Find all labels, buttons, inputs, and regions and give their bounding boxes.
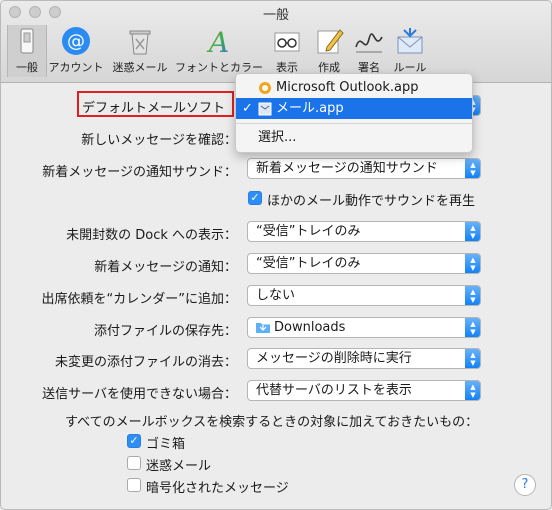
search-heading: すべてのメールボックスを検索するときの対象に加えておきたいもの： — [65, 415, 479, 430]
popup-arrows-icon: ▲▼ — [465, 159, 480, 178]
play-sound-label: ほかのメール動作でサウンドを再生 — [267, 194, 476, 209]
signature-icon — [355, 33, 383, 53]
preferences-window: 一般 一般 @ アカウント 迷惑メール A フォントとカラー 表示 作成 署名 … — [0, 0, 552, 510]
svg-text:A: A — [206, 26, 229, 57]
dock-popup[interactable]: “受信”トレイのみ ▲ ▼ — [247, 221, 481, 242]
encrypted-label: 暗号化されたメッセージ — [146, 481, 289, 496]
popup-arrows-icon: ▲▼ — [465, 286, 480, 305]
toolbar-rules[interactable]: ルール — [389, 25, 431, 77]
glasses-icon — [274, 32, 300, 52]
highlight-annotation — [77, 91, 234, 117]
check-mail-label: 新しいメッセージを確認： — [81, 133, 237, 148]
mail-app-icon — [258, 102, 272, 116]
window-title: 一般 — [262, 8, 289, 23]
toolbar-viewing[interactable]: 表示 — [267, 25, 307, 77]
trash-label: ゴミ箱 — [146, 437, 186, 452]
download-popup[interactable]: Downloads ▲ ▼ — [247, 317, 481, 338]
trash-checkbox[interactable]: ✓ — [127, 434, 141, 448]
menu-item-outlook[interactable]: Microsoft Outlook.app — [236, 77, 472, 98]
toolbar-general[interactable]: 一般 — [7, 25, 47, 77]
outlook-icon — [259, 82, 271, 94]
notify-popup[interactable]: “受信”トレイのみ ▲ ▼ — [247, 253, 481, 274]
toolbar-signatures[interactable]: 署名 — [349, 25, 389, 77]
popup-arrows-icon: ▲▼ — [465, 254, 480, 273]
popup-arrows-icon: ▲▼ — [465, 381, 480, 400]
notify-label: 新着メッセージの通知： — [94, 260, 237, 275]
popup-arrows-icon: ▲▼ — [465, 349, 480, 368]
junk-label: 迷惑メール — [146, 459, 212, 474]
popup-arrows-icon: ▲▼ — [465, 222, 480, 241]
help-button[interactable]: ? — [514, 474, 536, 496]
folder-icon — [256, 323, 270, 333]
download-label: 添付ファイルの保存先： — [93, 324, 237, 339]
default-mail-menu: Microsoft Outlook.app ✓ メール.app 選択... — [235, 73, 473, 153]
play-sound-checkbox[interactable]: ✓ — [248, 191, 262, 205]
calendar-popup[interactable]: しない ▲ ▼ — [247, 285, 481, 306]
font-color-icon: A — [206, 26, 229, 57]
calendar-label: 出席依頼を“カレンダー”に追加： — [41, 292, 237, 307]
junk-trash-icon — [129, 30, 151, 55]
encrypted-checkbox[interactable] — [127, 478, 141, 492]
compose-pencil-icon — [317, 29, 344, 54]
server-popup[interactable]: 代替サーバのリストを表示 ▲ ▼ — [247, 380, 481, 401]
toolbar-junk[interactable]: 迷惑メール — [109, 25, 171, 77]
menu-item-mail[interactable]: ✓ メール.app — [236, 98, 472, 119]
menu-separator — [236, 123, 472, 124]
switch-icon — [20, 28, 34, 54]
popup-arrows-icon: ▲▼ — [465, 318, 480, 337]
at-sign-icon: @ — [62, 27, 90, 55]
checkmark-icon: ✓ — [242, 101, 253, 116]
junk-checkbox[interactable] — [127, 456, 141, 470]
remove-attachments-popup[interactable]: メッセージの削除時に実行 ▲ ▼ — [247, 348, 481, 369]
toolbar-fonts-colors[interactable]: A フォントとカラー — [173, 25, 265, 77]
toolbar-accounts[interactable]: @ アカウント — [47, 25, 105, 77]
dock-label: 未開封数の Dock への表示： — [66, 228, 237, 243]
rules-envelope-icon — [397, 28, 423, 54]
titlebar: 一般 一般 @ アカウント 迷惑メール A フォントとカラー 表示 作成 署名 … — [1, 1, 551, 83]
remove-attachments-label: 未変更の添付ファイルの消去： — [54, 355, 237, 370]
sound-popup[interactable]: 新着メッセージの通知サウンド ▲ ▼ — [247, 158, 481, 179]
svg-text:@: @ — [67, 31, 85, 52]
sound-label: 新着メッセージの通知サウンド： — [42, 165, 237, 180]
menu-item-select[interactable]: 選択... — [236, 127, 472, 148]
toolbar-composing[interactable]: 作成 — [309, 25, 349, 77]
server-label: 送信サーバを使用できない場合： — [42, 387, 237, 402]
